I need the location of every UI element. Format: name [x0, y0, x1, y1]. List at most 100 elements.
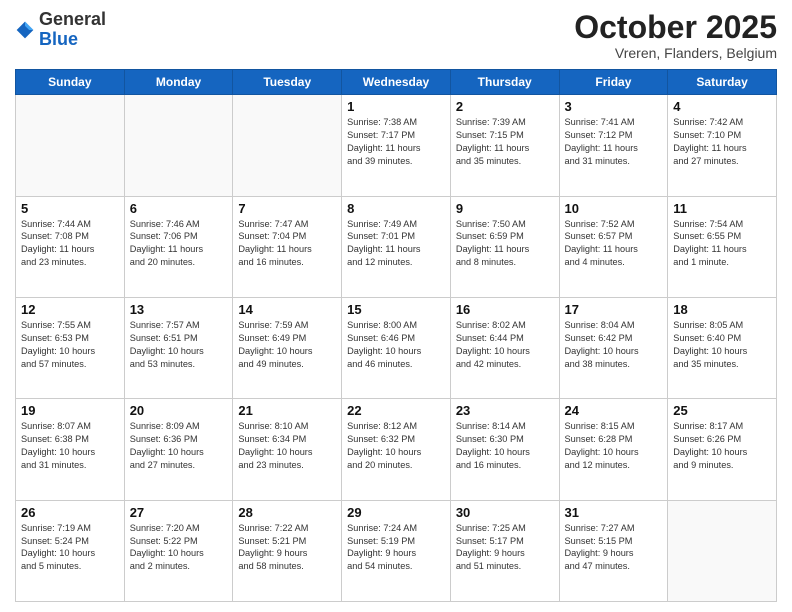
calendar-table: SundayMondayTuesdayWednesdayThursdayFrid…	[15, 69, 777, 602]
day-number: 31	[565, 505, 663, 520]
day-number: 8	[347, 201, 445, 216]
calendar-day-4: 4 Sunrise: 7:42 AM Sunset: 7:10 PM Daylig…	[668, 95, 777, 196]
calendar-day-18: 18Sunrise: 8:05 AM Sunset: 6:40 PM Dayli…	[668, 297, 777, 398]
day-header-friday: Friday	[559, 70, 668, 95]
calendar-day-16: 16Sunrise: 8:02 AM Sunset: 6:44 PM Dayli…	[450, 297, 559, 398]
day-number: 23	[456, 403, 554, 418]
day-number: 27	[130, 505, 228, 520]
calendar-day-23: 23Sunrise: 8:14 AM Sunset: 6:30 PM Dayli…	[450, 399, 559, 500]
day-details: Sunrise: 7:50 AM Sunset: 6:59 PM Dayligh…	[456, 218, 554, 270]
calendar-day-7: 7 Sunrise: 7:47 AM Sunset: 7:04 PM Daylig…	[233, 196, 342, 297]
day-details: Sunrise: 7:49 AM Sunset: 7:01 PM Dayligh…	[347, 218, 445, 270]
calendar-week-0: 1Sunrise: 7:38 AM Sunset: 7:17 PM Daylig…	[16, 95, 777, 196]
calendar-day-10: 10 Sunrise: 7:52 AM Sunset: 6:57 PM Dayli…	[559, 196, 668, 297]
day-details: Sunrise: 7:20 AM Sunset: 5:22 PM Dayligh…	[130, 522, 228, 574]
calendar-day-9: 9 Sunrise: 7:50 AM Sunset: 6:59 PM Daylig…	[450, 196, 559, 297]
day-number: 1	[347, 99, 445, 114]
day-details: Sunrise: 7:44 AM Sunset: 7:08 PM Dayligh…	[21, 218, 119, 270]
day-number: 3	[565, 99, 663, 114]
calendar-day-1: 1Sunrise: 7:38 AM Sunset: 7:17 PM Daylig…	[342, 95, 451, 196]
day-number: 28	[238, 505, 336, 520]
calendar-week-2: 12Sunrise: 7:55 AM Sunset: 6:53 PM Dayli…	[16, 297, 777, 398]
calendar-header-row: SundayMondayTuesdayWednesdayThursdayFrid…	[16, 70, 777, 95]
calendar-day-29: 29 Sunrise: 7:24 AM Sunset: 5:19 PM Dayli…	[342, 500, 451, 601]
calendar-day-15: 15 Sunrise: 8:00 AM Sunset: 6:46 PM Dayli…	[342, 297, 451, 398]
day-number: 15	[347, 302, 445, 317]
day-number: 12	[21, 302, 119, 317]
day-details: Sunrise: 7:59 AM Sunset: 6:49 PM Dayligh…	[238, 319, 336, 371]
day-number: 5	[21, 201, 119, 216]
calendar-day-12: 12Sunrise: 7:55 AM Sunset: 6:53 PM Dayli…	[16, 297, 125, 398]
day-details: Sunrise: 7:42 AM Sunset: 7:10 PM Dayligh…	[673, 116, 771, 168]
calendar-day-19: 19 Sunrise: 8:07 AM Sunset: 6:38 PM Dayli…	[16, 399, 125, 500]
calendar-empty	[233, 95, 342, 196]
day-details: Sunrise: 7:54 AM Sunset: 6:55 PM Dayligh…	[673, 218, 771, 270]
logo-blue-text: Blue	[39, 29, 78, 49]
day-number: 7	[238, 201, 336, 216]
day-number: 13	[130, 302, 228, 317]
calendar-day-26: 26 Sunrise: 7:19 AM Sunset: 5:24 PM Dayli…	[16, 500, 125, 601]
day-details: Sunrise: 8:17 AM Sunset: 6:26 PM Dayligh…	[673, 420, 771, 472]
day-number: 10	[565, 201, 663, 216]
page: General Blue October 2025 Vreren, Flande…	[0, 0, 792, 612]
calendar-empty	[124, 95, 233, 196]
day-number: 25	[673, 403, 771, 418]
calendar-empty	[16, 95, 125, 196]
day-number: 9	[456, 201, 554, 216]
day-number: 30	[456, 505, 554, 520]
day-header-sunday: Sunday	[16, 70, 125, 95]
day-details: Sunrise: 8:05 AM Sunset: 6:40 PM Dayligh…	[673, 319, 771, 371]
day-details: Sunrise: 7:25 AM Sunset: 5:17 PM Dayligh…	[456, 522, 554, 574]
calendar-day-17: 17Sunrise: 8:04 AM Sunset: 6:42 PM Dayli…	[559, 297, 668, 398]
day-number: 20	[130, 403, 228, 418]
day-header-wednesday: Wednesday	[342, 70, 451, 95]
calendar-day-22: 22Sunrise: 8:12 AM Sunset: 6:32 PM Dayli…	[342, 399, 451, 500]
day-details: Sunrise: 8:09 AM Sunset: 6:36 PM Dayligh…	[130, 420, 228, 472]
day-details: Sunrise: 7:27 AM Sunset: 5:15 PM Dayligh…	[565, 522, 663, 574]
day-details: Sunrise: 7:52 AM Sunset: 6:57 PM Dayligh…	[565, 218, 663, 270]
logo-icon	[15, 20, 35, 40]
calendar-week-4: 26 Sunrise: 7:19 AM Sunset: 5:24 PM Dayli…	[16, 500, 777, 601]
day-details: Sunrise: 7:41 AM Sunset: 7:12 PM Dayligh…	[565, 116, 663, 168]
day-number: 21	[238, 403, 336, 418]
day-number: 29	[347, 505, 445, 520]
day-header-thursday: Thursday	[450, 70, 559, 95]
day-number: 6	[130, 201, 228, 216]
calendar-week-1: 5 Sunrise: 7:44 AM Sunset: 7:08 PM Daylig…	[16, 196, 777, 297]
calendar-empty	[668, 500, 777, 601]
calendar-day-6: 6 Sunrise: 7:46 AM Sunset: 7:06 PM Daylig…	[124, 196, 233, 297]
day-details: Sunrise: 7:39 AM Sunset: 7:15 PM Dayligh…	[456, 116, 554, 168]
calendar-day-24: 24 Sunrise: 8:15 AM Sunset: 6:28 PM Dayli…	[559, 399, 668, 500]
day-details: Sunrise: 8:00 AM Sunset: 6:46 PM Dayligh…	[347, 319, 445, 371]
title-block: October 2025 Vreren, Flanders, Belgium	[574, 10, 777, 61]
calendar-day-28: 28Sunrise: 7:22 AM Sunset: 5:21 PM Dayli…	[233, 500, 342, 601]
calendar-week-3: 19 Sunrise: 8:07 AM Sunset: 6:38 PM Dayli…	[16, 399, 777, 500]
day-details: Sunrise: 8:07 AM Sunset: 6:38 PM Dayligh…	[21, 420, 119, 472]
day-details: Sunrise: 7:19 AM Sunset: 5:24 PM Dayligh…	[21, 522, 119, 574]
month-title: October 2025	[574, 10, 777, 45]
day-details: Sunrise: 7:57 AM Sunset: 6:51 PM Dayligh…	[130, 319, 228, 371]
calendar-day-14: 14 Sunrise: 7:59 AM Sunset: 6:49 PM Dayli…	[233, 297, 342, 398]
calendar-day-3: 3 Sunrise: 7:41 AM Sunset: 7:12 PM Daylig…	[559, 95, 668, 196]
day-details: Sunrise: 7:47 AM Sunset: 7:04 PM Dayligh…	[238, 218, 336, 270]
day-number: 14	[238, 302, 336, 317]
day-details: Sunrise: 7:24 AM Sunset: 5:19 PM Dayligh…	[347, 522, 445, 574]
day-number: 26	[21, 505, 119, 520]
day-details: Sunrise: 7:46 AM Sunset: 7:06 PM Dayligh…	[130, 218, 228, 270]
calendar-day-31: 31 Sunrise: 7:27 AM Sunset: 5:15 PM Dayli…	[559, 500, 668, 601]
calendar-day-11: 11Sunrise: 7:54 AM Sunset: 6:55 PM Dayli…	[668, 196, 777, 297]
header: General Blue October 2025 Vreren, Flande…	[15, 10, 777, 61]
calendar-day-13: 13 Sunrise: 7:57 AM Sunset: 6:51 PM Dayli…	[124, 297, 233, 398]
day-details: Sunrise: 8:10 AM Sunset: 6:34 PM Dayligh…	[238, 420, 336, 472]
logo: General Blue	[15, 10, 106, 50]
day-number: 4	[673, 99, 771, 114]
day-details: Sunrise: 8:15 AM Sunset: 6:28 PM Dayligh…	[565, 420, 663, 472]
day-number: 2	[456, 99, 554, 114]
calendar-day-5: 5 Sunrise: 7:44 AM Sunset: 7:08 PM Daylig…	[16, 196, 125, 297]
day-number: 19	[21, 403, 119, 418]
calendar-day-2: 2 Sunrise: 7:39 AM Sunset: 7:15 PM Daylig…	[450, 95, 559, 196]
calendar-day-20: 20 Sunrise: 8:09 AM Sunset: 6:36 PM Dayli…	[124, 399, 233, 500]
day-number: 17	[565, 302, 663, 317]
day-number: 24	[565, 403, 663, 418]
day-details: Sunrise: 8:12 AM Sunset: 6:32 PM Dayligh…	[347, 420, 445, 472]
